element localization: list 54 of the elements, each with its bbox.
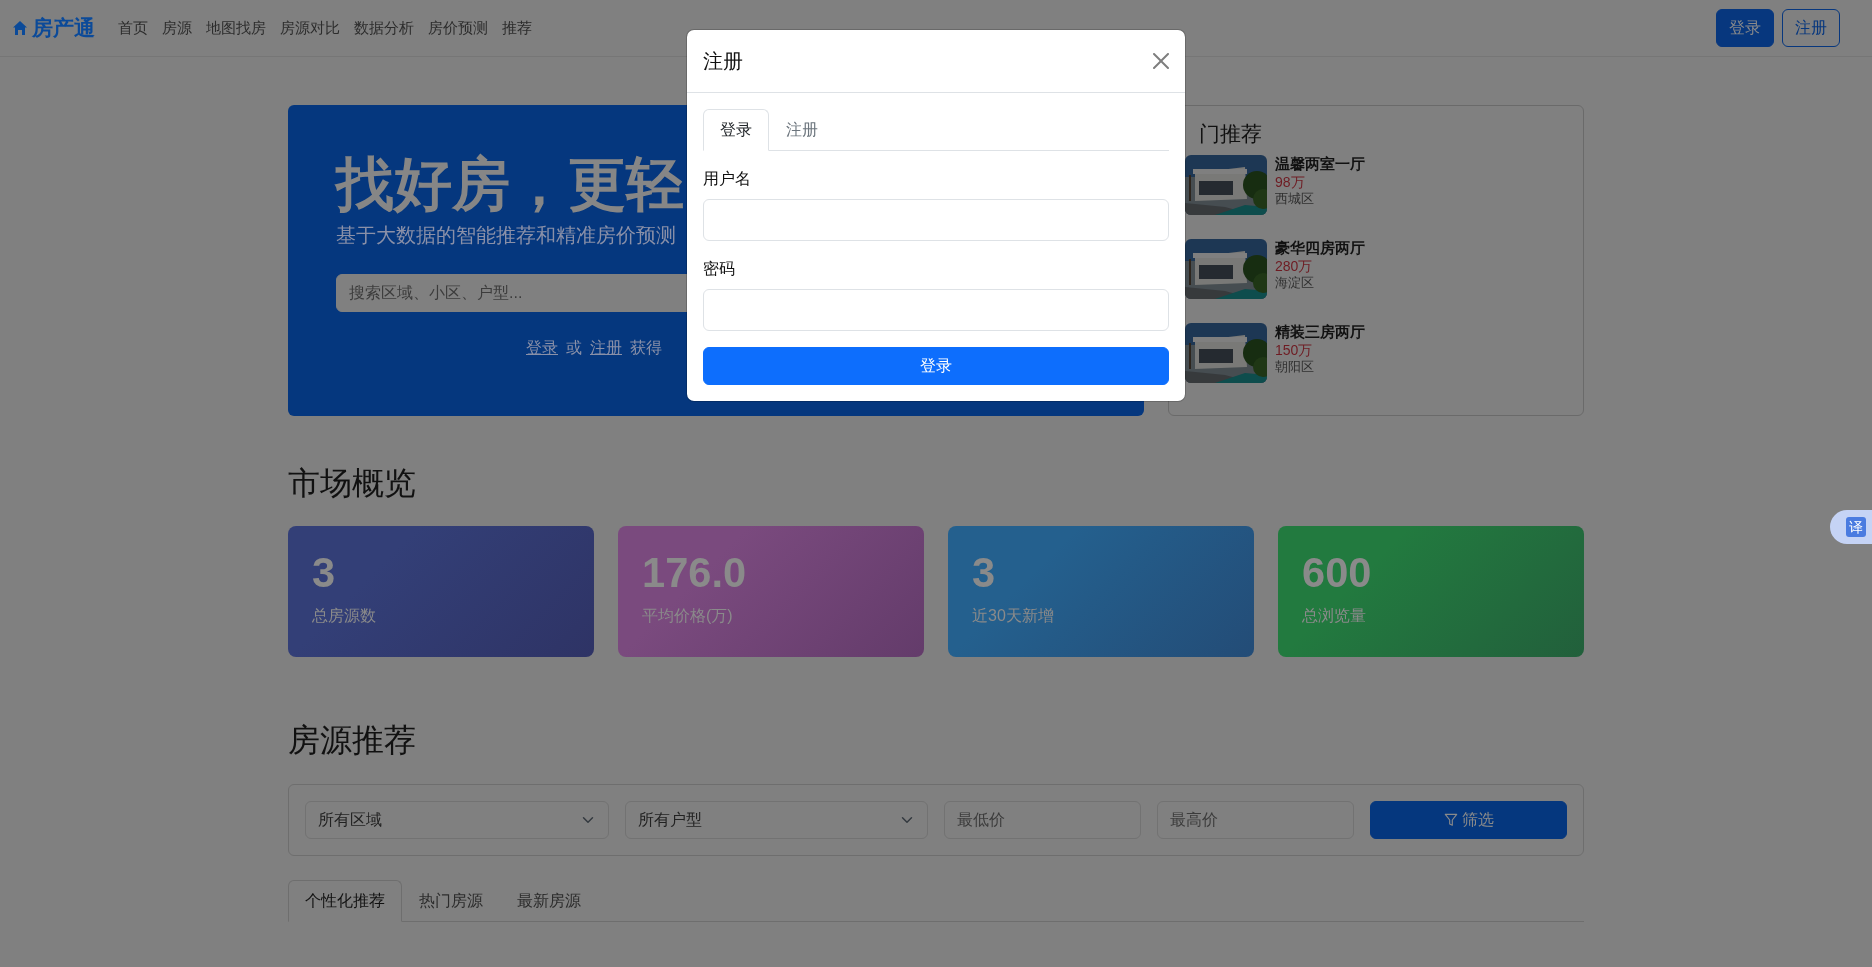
home-icon bbox=[12, 20, 28, 36]
section-heading: 房源推荐 bbox=[288, 721, 417, 760]
stat-value: 3 bbox=[312, 550, 337, 597]
hero-subtitle: 基于大数据的智能推荐和精准房价预测 bbox=[336, 223, 677, 249]
dropdown[interactable]: 所有区域 bbox=[305, 800, 609, 839]
input-field[interactable]: 最低价 bbox=[944, 800, 1141, 839]
section-heading: 市场概览 bbox=[288, 464, 417, 503]
nav-link[interactable]: 房源对比 bbox=[273, 16, 347, 40]
brand-name: 房产通 bbox=[32, 15, 95, 42]
tab[interactable]: 个性化推荐 bbox=[288, 879, 402, 922]
nav-button[interactable]: 注册 bbox=[1782, 9, 1840, 47]
stat-value: 600 bbox=[1302, 550, 1373, 597]
input-field[interactable]: 最高价 bbox=[1157, 800, 1354, 839]
stat-label: 近30天新增 bbox=[972, 606, 1055, 627]
stat-label: 平均价格(万) bbox=[642, 606, 734, 627]
listing-price: 98万 bbox=[1275, 173, 1306, 192]
link[interactable]: 注册 bbox=[590, 336, 622, 361]
hero-title: 找好房，更轻 bbox=[336, 153, 684, 217]
listing-title[interactable]: 豪华四房两厅 bbox=[1275, 238, 1365, 258]
filter-button[interactable]: 筛选 bbox=[1370, 800, 1567, 839]
nav-link[interactable]: 推荐 bbox=[495, 16, 539, 40]
tab[interactable]: 注册 bbox=[769, 109, 835, 151]
stat-value: 3 bbox=[972, 550, 997, 597]
stat-value: 176.0 bbox=[642, 550, 748, 597]
stat-label: 总浏览量 bbox=[1302, 606, 1367, 627]
listing-title[interactable]: 精装三房两厅 bbox=[1275, 322, 1365, 342]
listing-district: 朝阳区 bbox=[1275, 359, 1315, 377]
dropdown[interactable]: 所有户型 bbox=[624, 800, 928, 839]
translate-button[interactable]: 译 bbox=[1830, 510, 1872, 544]
listing-price: 280万 bbox=[1275, 257, 1314, 276]
link[interactable]: 登录 bbox=[526, 336, 558, 361]
prompt-text: 或 bbox=[566, 338, 582, 359]
listing-district: 海淀区 bbox=[1275, 275, 1315, 293]
listing-title[interactable]: 温馨两室一厅 bbox=[1275, 154, 1365, 174]
nav-button[interactable]: 登录 bbox=[1716, 9, 1774, 47]
stat-label: 总房源数 bbox=[312, 606, 377, 627]
nav-link[interactable]: 地图找房 bbox=[199, 16, 273, 40]
tab[interactable]: 热门房源 bbox=[402, 879, 500, 922]
nav-link[interactable]: 房源 bbox=[155, 16, 199, 40]
listing-district: 西城区 bbox=[1275, 191, 1315, 209]
nav-link[interactable]: 房价预测 bbox=[421, 16, 495, 40]
dialog-title: 注册 bbox=[703, 49, 743, 74]
filter-icon bbox=[1443, 812, 1458, 827]
field-label: 密码 bbox=[703, 259, 735, 279]
brand-logo[interactable]: 房产通 bbox=[12, 12, 95, 44]
field-label: 用户名 bbox=[703, 169, 751, 189]
nav-link[interactable]: 数据分析 bbox=[347, 16, 421, 40]
card-title: 门推荐 bbox=[1199, 122, 1263, 147]
tab[interactable]: 登录 bbox=[703, 109, 769, 151]
prompt-text: 获得 bbox=[630, 338, 662, 359]
nav-link[interactable]: 首页 bbox=[111, 16, 155, 40]
tab[interactable]: 最新房源 bbox=[500, 879, 598, 922]
submit-button[interactable]: 登录 bbox=[703, 347, 1169, 385]
listing-price: 150万 bbox=[1275, 341, 1314, 360]
